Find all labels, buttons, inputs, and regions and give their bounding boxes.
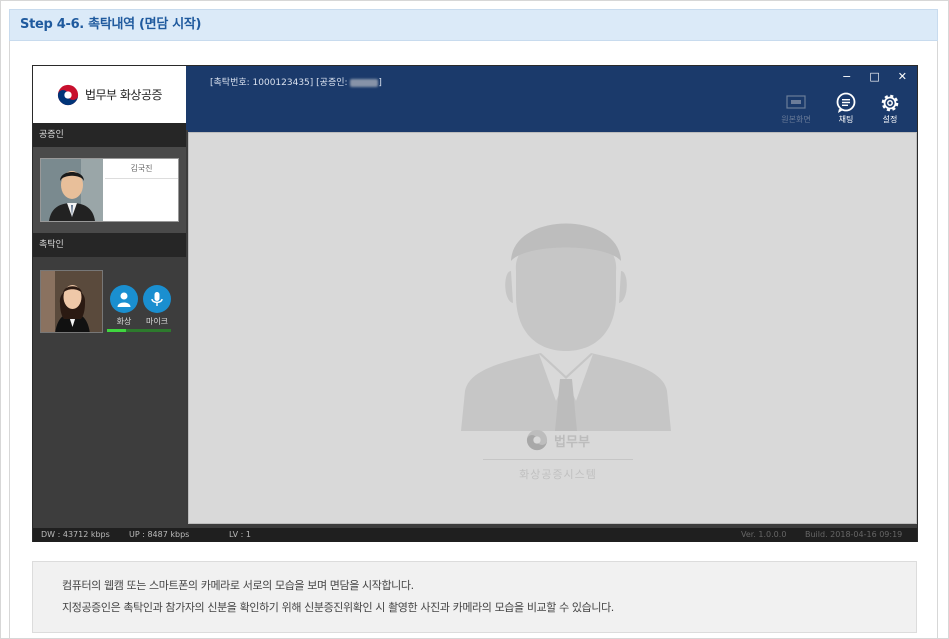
notary-section-header: 공증인 bbox=[33, 123, 186, 147]
mic-toggle-button[interactable]: 마이크 bbox=[141, 285, 173, 327]
brand-ministry: 법무부 bbox=[554, 434, 590, 450]
video-toggle-button[interactable]: 화상 bbox=[108, 285, 140, 327]
case-info-suffix: ] bbox=[378, 78, 382, 88]
step-title: Step 4-6. 촉탁내역 (면담 시작) bbox=[9, 9, 938, 41]
page: Step 4-6. 촉탁내역 (면담 시작) 법무부 화상공증 공증인 김국진 … bbox=[0, 0, 949, 639]
brand-system-name: 화상공증시스템 bbox=[483, 459, 633, 482]
video-conference-window: 법무부 화상공증 공증인 김국진 촉탁인 화상 마이크 [촉탁번호: 10001… bbox=[32, 65, 918, 542]
chat-label: 채팅 bbox=[838, 115, 854, 124]
person-placeholder-icon bbox=[461, 223, 671, 431]
taegeuk-watermark-icon bbox=[526, 429, 548, 451]
title-bar: [촉탁번호: 1000123435] [공증인: ] − □ ✕ 원본화면 채팅… bbox=[186, 66, 917, 130]
settings-button[interactable]: 설정 bbox=[870, 92, 910, 125]
mic-toggle-label: 마이크 bbox=[145, 317, 169, 326]
main-video-view: 법무부 화상공증시스템 bbox=[188, 132, 917, 524]
chat-button[interactable]: 채팅 bbox=[826, 92, 866, 125]
gear-icon bbox=[881, 94, 899, 112]
client-photo[interactable] bbox=[40, 270, 103, 333]
notary-card[interactable]: 김국진 bbox=[40, 158, 179, 222]
chat-icon bbox=[836, 92, 856, 113]
microphone-icon bbox=[151, 292, 163, 306]
notary-name: 김국진 bbox=[105, 159, 178, 179]
screen-icon bbox=[786, 95, 806, 109]
download-rate: DW : 43712 kbps bbox=[41, 530, 110, 539]
original-screen-label: 원본화면 bbox=[781, 115, 811, 124]
instruction-line-2: 지정공증인은 촉탁인과 참가자의 신분을 확인하기 위해 신분증진위확인 시 촬… bbox=[62, 601, 614, 614]
original-screen-button[interactable]: 원본화면 bbox=[776, 92, 816, 125]
notary-photo bbox=[41, 159, 103, 221]
window-controls: − □ ✕ bbox=[842, 70, 907, 83]
taegeuk-logo-icon bbox=[57, 84, 79, 105]
mic-level-fill bbox=[107, 329, 127, 332]
instruction-line-1: 컴퓨터의 웹캠 또는 스마트폰의 카메라로 서로의 모습을 보며 면담을 시작합… bbox=[62, 579, 414, 592]
status-bar: DW : 43712 kbps UP : 8487 kbps LV : 1 Ve… bbox=[33, 528, 917, 542]
version-text: Ver. 1.0.0.0 bbox=[741, 530, 787, 539]
case-info-prefix: [촉탁번호: 1000123435] [공증인: bbox=[210, 78, 348, 88]
sidebar: 법무부 화상공증 공증인 김국진 촉탁인 화상 마이크 bbox=[33, 66, 186, 528]
app-logo: 법무부 화상공증 bbox=[33, 66, 186, 123]
mic-level-meter bbox=[107, 329, 171, 332]
level-indicator: LV : 1 bbox=[229, 530, 251, 539]
build-text: Build. 2018-04-16 09:19 bbox=[805, 530, 903, 539]
maximize-icon[interactable]: □ bbox=[869, 70, 879, 83]
settings-label: 설정 bbox=[882, 115, 898, 124]
minimize-icon[interactable]: − bbox=[842, 70, 851, 83]
redacted-notary-name bbox=[350, 78, 379, 87]
app-logo-text: 법무부 화상공증 bbox=[84, 88, 163, 102]
video-toggle-label: 화상 bbox=[116, 317, 132, 326]
client-section-header: 촉탁인 bbox=[33, 233, 186, 257]
person-icon bbox=[117, 292, 131, 307]
upload-rate: UP : 8487 kbps bbox=[129, 530, 190, 539]
close-icon[interactable]: ✕ bbox=[898, 70, 907, 83]
system-brand: 법무부 화상공증시스템 bbox=[483, 429, 633, 482]
instruction-note: 컴퓨터의 웹캠 또는 스마트폰의 카메라로 서로의 모습을 보며 면담을 시작합… bbox=[32, 561, 917, 633]
case-info: [촉탁번호: 1000123435] [공증인: ] bbox=[210, 75, 382, 88]
